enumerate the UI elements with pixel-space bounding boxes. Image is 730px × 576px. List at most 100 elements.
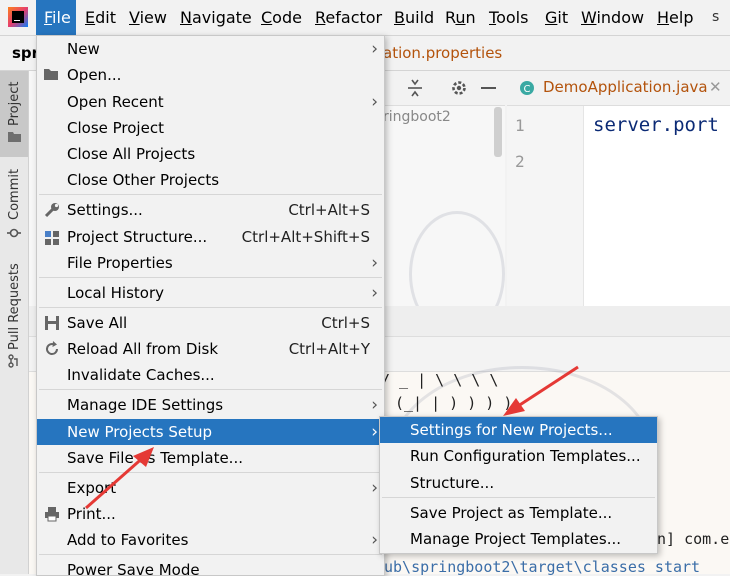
menu-item-label: Manage IDE Settings (67, 396, 224, 414)
project-structure-icon (43, 228, 61, 246)
menu-git[interactable]: Git (545, 0, 568, 35)
menu-file-hot: F (44, 8, 53, 27)
gear-icon[interactable] (450, 79, 468, 97)
menu-item-file-properties[interactable]: File Properties › (37, 250, 384, 276)
editor-gutter: 1 2 (507, 106, 584, 306)
menu-run[interactable]: Run (445, 0, 476, 35)
menu-window-rest: indow (596, 8, 645, 27)
hide-icon[interactable] (481, 87, 496, 89)
menu-run-hot: u (455, 8, 466, 27)
project-scrollbar[interactable] (494, 107, 502, 157)
title-overflow-text: s (712, 9, 720, 25)
menu-item-close-all-projects[interactable]: Close All Projects (37, 141, 384, 167)
menu-separator (382, 497, 655, 498)
menu-git-rest: it (557, 8, 569, 27)
tab-project-label: Project (7, 81, 22, 126)
submenu-item-label: Structure... (410, 474, 495, 492)
menu-item-open[interactable]: Open... (37, 62, 384, 88)
save-icon (43, 314, 61, 332)
menu-separator (39, 277, 382, 278)
submenu-item-run-configuration-templates[interactable]: Run Configuration Templates... (380, 443, 657, 469)
menu-item-print[interactable]: Print... (37, 501, 384, 527)
menu-item-open-recent[interactable]: Open Recent › (37, 89, 384, 115)
editor: C DemoApplication.java ✕ 1 2 server.port (507, 71, 730, 306)
editor-tab-label[interactable]: DemoApplication.java (543, 78, 708, 96)
menu-item-label: Save All (67, 314, 128, 332)
menu-item-label: Print... (67, 505, 116, 523)
close-tab-icon[interactable]: ✕ (709, 78, 722, 96)
menu-item-project-structure[interactable]: Project Structure... Ctrl+Alt+Shift+S (37, 224, 384, 250)
menu-item-label: Invalidate Caches... (67, 366, 215, 384)
tab-commit-label: Commit (7, 168, 22, 220)
menu-item-label: Open... (67, 66, 122, 84)
menu-view[interactable]: View (129, 0, 167, 35)
submenu-arrow-icon: › (371, 283, 378, 303)
line-number: 1 (515, 116, 525, 135)
menu-view-hot: V (129, 8, 140, 27)
menu-edit[interactable]: Edit (85, 0, 116, 35)
submenu-arrow-icon: › (371, 530, 378, 550)
menu-window[interactable]: Window (581, 0, 644, 35)
submenu-arrow-icon: › (371, 395, 378, 415)
menu-separator (39, 389, 382, 390)
menu-code[interactable]: Code (261, 0, 302, 35)
submenu-item-structure[interactable]: Structure... (380, 470, 657, 496)
menu-item-save-file-as-template[interactable]: Save File as Template... (37, 445, 384, 471)
menu-item-new-projects-setup[interactable]: New Projects Setup › (37, 419, 384, 445)
menu-item-save-all[interactable]: Save All Ctrl+S (37, 310, 384, 336)
menu-item-local-history[interactable]: Local History › (37, 280, 384, 306)
intellij-logo-icon (8, 7, 28, 27)
menu-build-rest: uild (404, 8, 435, 27)
menu-item-export[interactable]: Export › (37, 475, 384, 501)
menu-item-label: Close Project (67, 119, 164, 137)
menu-item-add-to-favorites[interactable]: Add to Favorites › (37, 527, 384, 553)
menu-item-power-save-mode[interactable]: Power Save Mode (37, 557, 384, 575)
menu-item-manage-ide-settings[interactable]: Manage IDE Settings › (37, 392, 384, 418)
menu-refactor-hot: R (315, 8, 326, 27)
menu-file-rest: ile (52, 8, 71, 27)
console-path-line: ub\springboot2\target\classes start (384, 558, 701, 576)
menu-file[interactable]: File (36, 0, 76, 35)
submenu-item-label: Run Configuration Templates... (410, 447, 641, 465)
tab-project[interactable]: Project (0, 71, 28, 157)
menu-help-rest: elp (669, 8, 694, 27)
menu-separator (39, 472, 382, 473)
menu-build[interactable]: Build (394, 0, 434, 35)
project-tree-item[interactable]: ringboot2 (383, 109, 451, 125)
menu-item-label: Local History (67, 284, 165, 302)
menu-item-label: New Projects Setup (67, 423, 213, 441)
submenu-arrow-icon: › (371, 253, 378, 273)
properties-tab-label[interactable]: ation.properties (383, 44, 502, 62)
submenu-arrow-icon: › (371, 422, 378, 442)
menu-edit-rest: dit (95, 8, 116, 27)
submenu-arrow-icon: › (371, 39, 378, 59)
collapse-all-icon[interactable] (407, 79, 423, 97)
menu-help[interactable]: Help (657, 0, 693, 35)
submenu-item-label: Manage Project Templates... (410, 530, 622, 548)
menu-edit-hot: E (85, 8, 96, 27)
code-line[interactable]: server.port (593, 114, 719, 136)
menu-item-label: Close All Projects (67, 145, 196, 163)
menu-item-settings[interactable]: Settings... Ctrl+Alt+S (37, 197, 384, 223)
menu-item-close-project[interactable]: Close Project (37, 115, 384, 141)
menu-refactor[interactable]: Refactor (315, 0, 382, 35)
console-log-line: n] com.e (657, 530, 729, 548)
project-toolbar (383, 71, 505, 106)
submenu-item-save-project-as-template[interactable]: Save Project as Template... (380, 500, 657, 526)
menu-item-close-other-projects[interactable]: Close Other Projects (37, 167, 384, 193)
menu-view-rest: iew (139, 8, 167, 27)
menu-item-label: Add to Favorites (67, 531, 189, 549)
menu-item-label: Reload All from Disk (67, 340, 219, 358)
menu-navigate[interactable]: Navigate (180, 0, 252, 35)
tab-pull-requests-label: Pull Requests (7, 263, 22, 350)
submenu-item-manage-project-templates[interactable]: Manage Project Templates... (380, 526, 657, 552)
submenu-item-settings-for-new-projects[interactable]: Settings for New Projects... (380, 417, 657, 443)
tab-pull-requests[interactable]: Pull Requests (0, 258, 28, 378)
menu-tools[interactable]: Tools (489, 0, 528, 35)
menu-item-new[interactable]: New › (37, 36, 384, 62)
java-class-icon: C (520, 81, 534, 95)
tab-commit[interactable]: Commit (0, 160, 28, 246)
menu-run-pre: R (445, 8, 456, 27)
menu-item-reload-all[interactable]: Reload All from Disk Ctrl+Alt+Y (37, 336, 384, 362)
menu-item-invalidate-caches[interactable]: Invalidate Caches... (37, 362, 384, 388)
